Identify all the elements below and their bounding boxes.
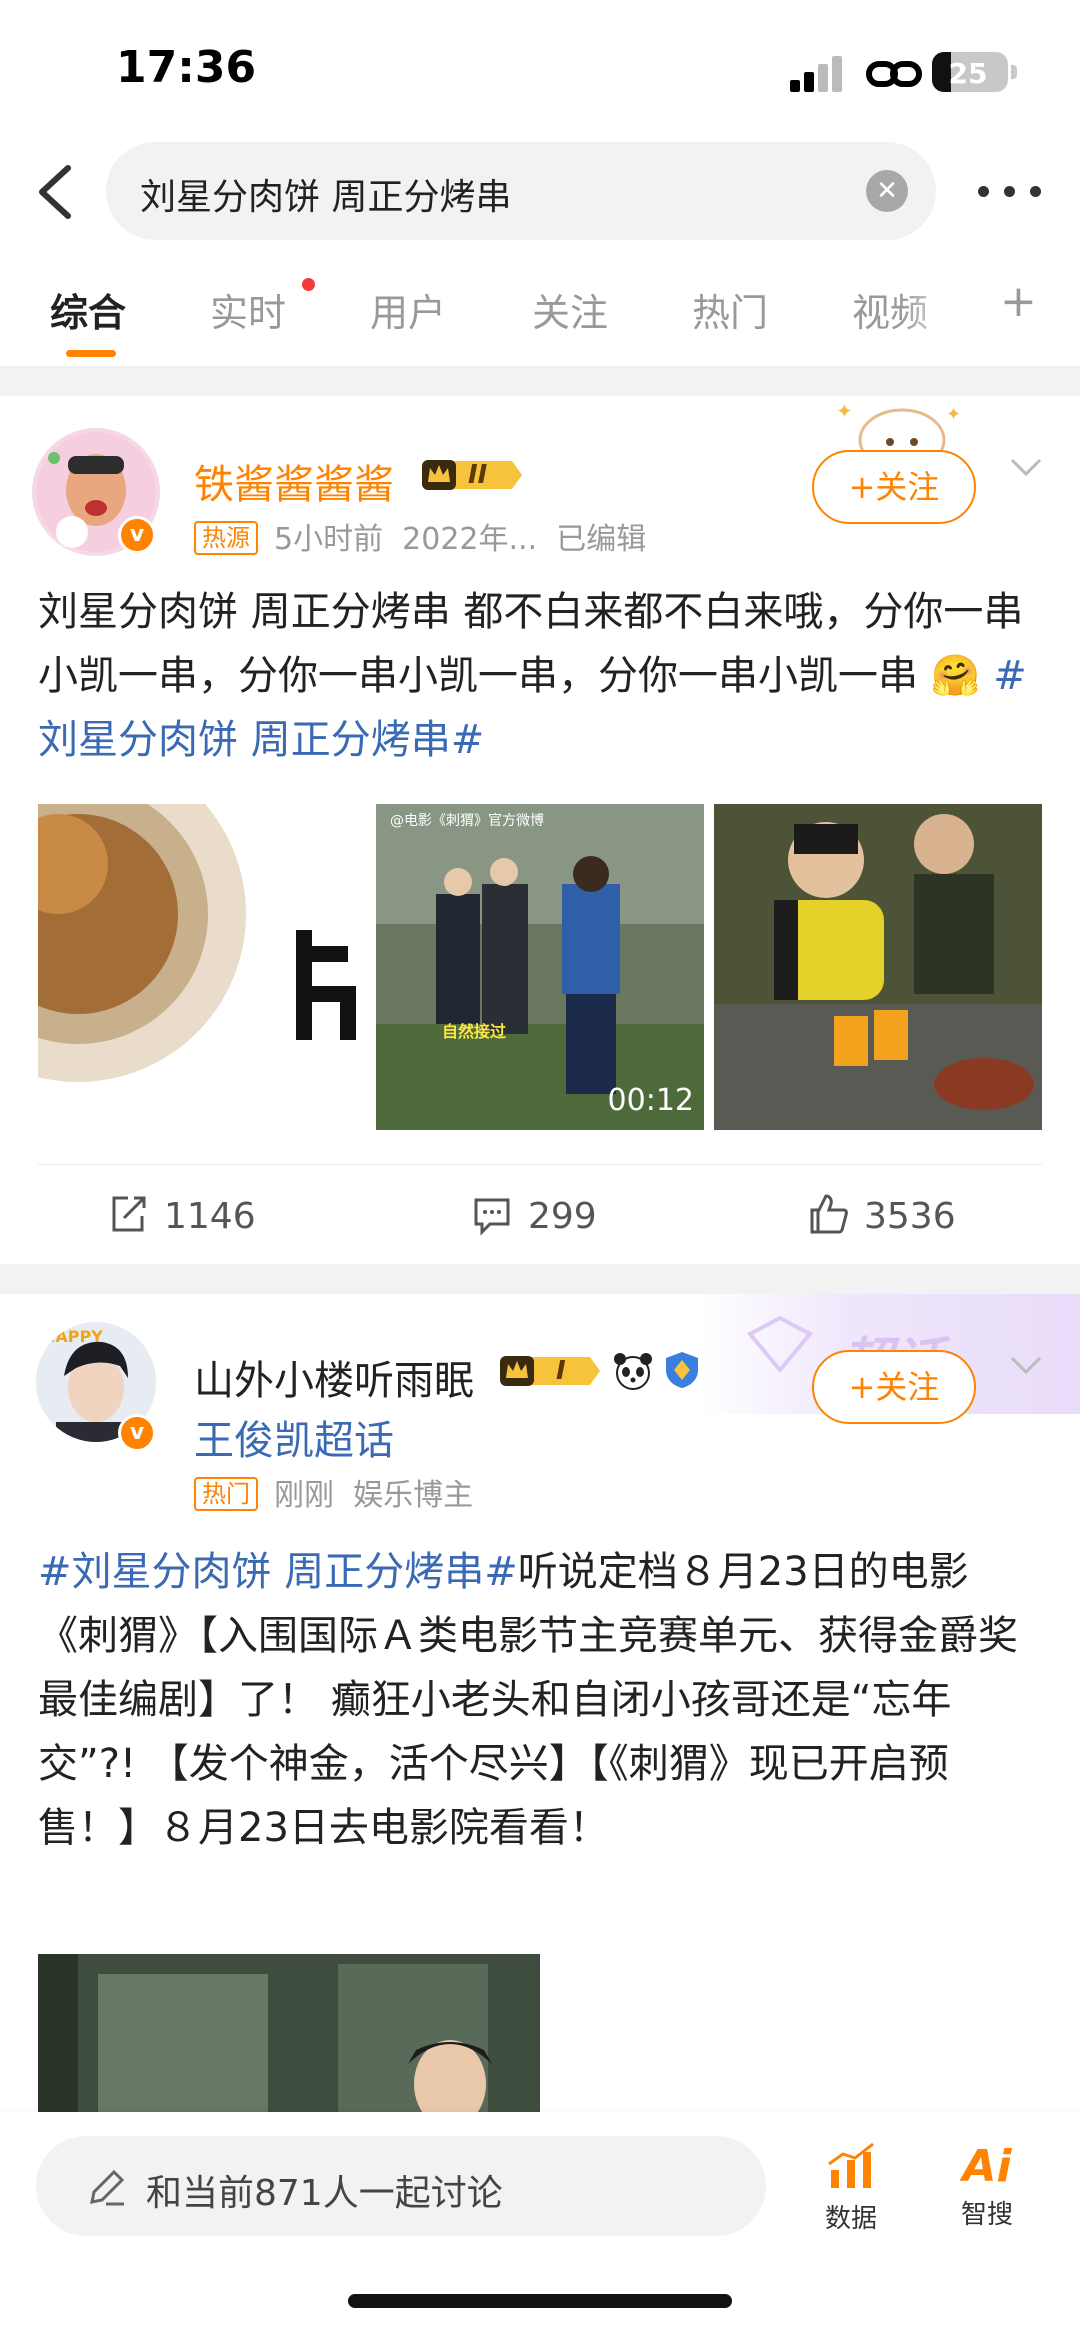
tab-active-indicator — [66, 350, 116, 357]
repost-count: 1146 — [164, 1196, 256, 1237]
topic-link[interactable]: #刘星分肉饼 周正分烤串# — [38, 1549, 518, 1595]
post-time: 5小时前 — [274, 522, 384, 557]
status-bar: 17:36 25 — [0, 0, 1080, 140]
clear-icon[interactable]: ✕ — [866, 170, 908, 212]
status-time: 17:36 — [116, 42, 257, 93]
comment-count: 299 — [528, 1196, 597, 1237]
ai-search-button[interactable]: Ai 智搜 — [932, 2142, 1042, 2231]
pencil-icon — [84, 2166, 128, 2210]
username[interactable]: 山外小楼听雨眠 — [194, 1348, 474, 1406]
repost-icon — [112, 1196, 146, 1232]
verified-badge-icon: v — [118, 516, 156, 554]
post-actions: 1146 299 3536 — [0, 1182, 1080, 1262]
more-options-icon[interactable] — [978, 172, 1042, 212]
follow-button[interactable]: +关注 — [812, 1350, 976, 1424]
ai-search-label: 智搜 — [960, 2200, 1013, 2230]
supertopic-link[interactable]: 王俊凯超话 — [194, 1408, 394, 1466]
data-label: 数据 — [824, 2204, 877, 2234]
like-count: 3536 — [864, 1196, 956, 1237]
video-thumbnail[interactable]: @电影《刺猬》官方微博 自然接过 00:12 — [376, 804, 704, 1130]
comment-placeholder: 和当前871人一起讨论 — [146, 2173, 503, 2214]
tab-users[interactable]: 用户 — [370, 282, 446, 337]
follow-button[interactable]: +关注 — [812, 450, 976, 524]
post-time: 刚刚 — [274, 1478, 334, 1513]
tab-comprehensive[interactable]: 综合 — [50, 282, 126, 337]
battery-level: 25 — [948, 57, 988, 90]
bottom-bar: 和当前871人一起讨论 数据 Ai 智搜 — [0, 2112, 1080, 2338]
post-image[interactable] — [38, 1954, 540, 2114]
tab-following[interactable]: 关注 — [532, 282, 608, 337]
username[interactable]: 铁酱酱酱酱 — [194, 452, 394, 510]
like-button[interactable]: 3536 — [806, 1192, 956, 1237]
post-image[interactable] — [38, 804, 366, 1130]
svg-text:HAPPY: HAPPY — [42, 1327, 103, 1346]
post-meta: 热门 刚刚 娱乐博主 — [194, 1470, 473, 1514]
back-button[interactable] — [30, 160, 80, 224]
svg-text:✦: ✦ — [946, 404, 961, 425]
chevron-down-icon[interactable] — [1006, 452, 1046, 482]
video-caption: 自然接过 — [442, 1022, 507, 1041]
hot-tag: 热门 — [194, 1477, 258, 1511]
panda-icon — [612, 1350, 654, 1392]
level-label: I — [556, 1356, 566, 1386]
home-indicator[interactable] — [348, 2294, 732, 2308]
tab-bar: 综合 实时 用户 关注 热门 视频 + — [0, 268, 1080, 360]
hot-source-tag: 热源 — [194, 521, 258, 555]
post-text: 刘星分肉饼 周正分烤串 都不白来都不白来哦，分你一串小凯一串，分你一串小凯一串，… — [38, 589, 1027, 763]
level-label: II — [468, 460, 488, 490]
battery-icon: 25 — [932, 52, 1017, 92]
shield-badge-icon — [662, 1350, 702, 1390]
cellular-signal-icon — [790, 56, 850, 92]
user-role: 娱乐博主 — [353, 1478, 474, 1513]
link-icon — [866, 54, 922, 94]
screen: 17:36 25 刘星分肉饼 周正分烤串 ✕ 综合 实时 用户 关注 热门 视频… — [0, 0, 1080, 2338]
repost-button[interactable]: 1146 — [106, 1192, 256, 1237]
chevron-down-icon[interactable] — [1006, 1350, 1046, 1380]
post-text: #刘星分肉饼 周正分烤串#听说定档８月23日的电影《刺猬》【入围国际Ａ类电影节主… — [38, 1549, 1018, 1851]
hug-emoji: 🤗 — [930, 653, 981, 699]
post-date: 2022年... — [402, 522, 538, 557]
section-divider — [0, 366, 1080, 396]
comment-button[interactable]: 299 — [470, 1192, 597, 1237]
post-meta: 热源 5小时前 2022年... 已编辑 — [194, 514, 646, 558]
tab-realtime[interactable]: 实时 — [210, 282, 286, 337]
notification-dot — [302, 278, 315, 291]
edited-label: 已编辑 — [556, 522, 647, 557]
thumbs-up-icon — [810, 1194, 848, 1234]
search-query: 刘星分肉饼 周正分烤串 — [140, 177, 512, 218]
svg-text:✦: ✦ — [836, 399, 853, 423]
ai-icon: Ai — [962, 2141, 1012, 2192]
add-tab-icon[interactable]: + — [1000, 276, 1037, 327]
search-input[interactable]: 刘星分肉饼 周正分烤串 ✕ — [106, 142, 936, 240]
data-button[interactable]: 数据 — [796, 2142, 906, 2235]
tab-hot[interactable]: 热门 — [692, 282, 768, 337]
video-duration: 00:12 — [607, 1083, 694, 1118]
comment-input[interactable]: 和当前871人一起讨论 — [36, 2136, 766, 2236]
bar-chart-icon — [828, 2142, 874, 2188]
level-crown-icon — [498, 1352, 602, 1390]
video-watermark: @电影《刺猬》官方微博 — [390, 813, 544, 829]
section-divider — [0, 1264, 1080, 1294]
verified-badge-icon: v — [118, 1414, 156, 1452]
post-image[interactable] — [714, 804, 1042, 1130]
comment-icon — [474, 1198, 510, 1236]
